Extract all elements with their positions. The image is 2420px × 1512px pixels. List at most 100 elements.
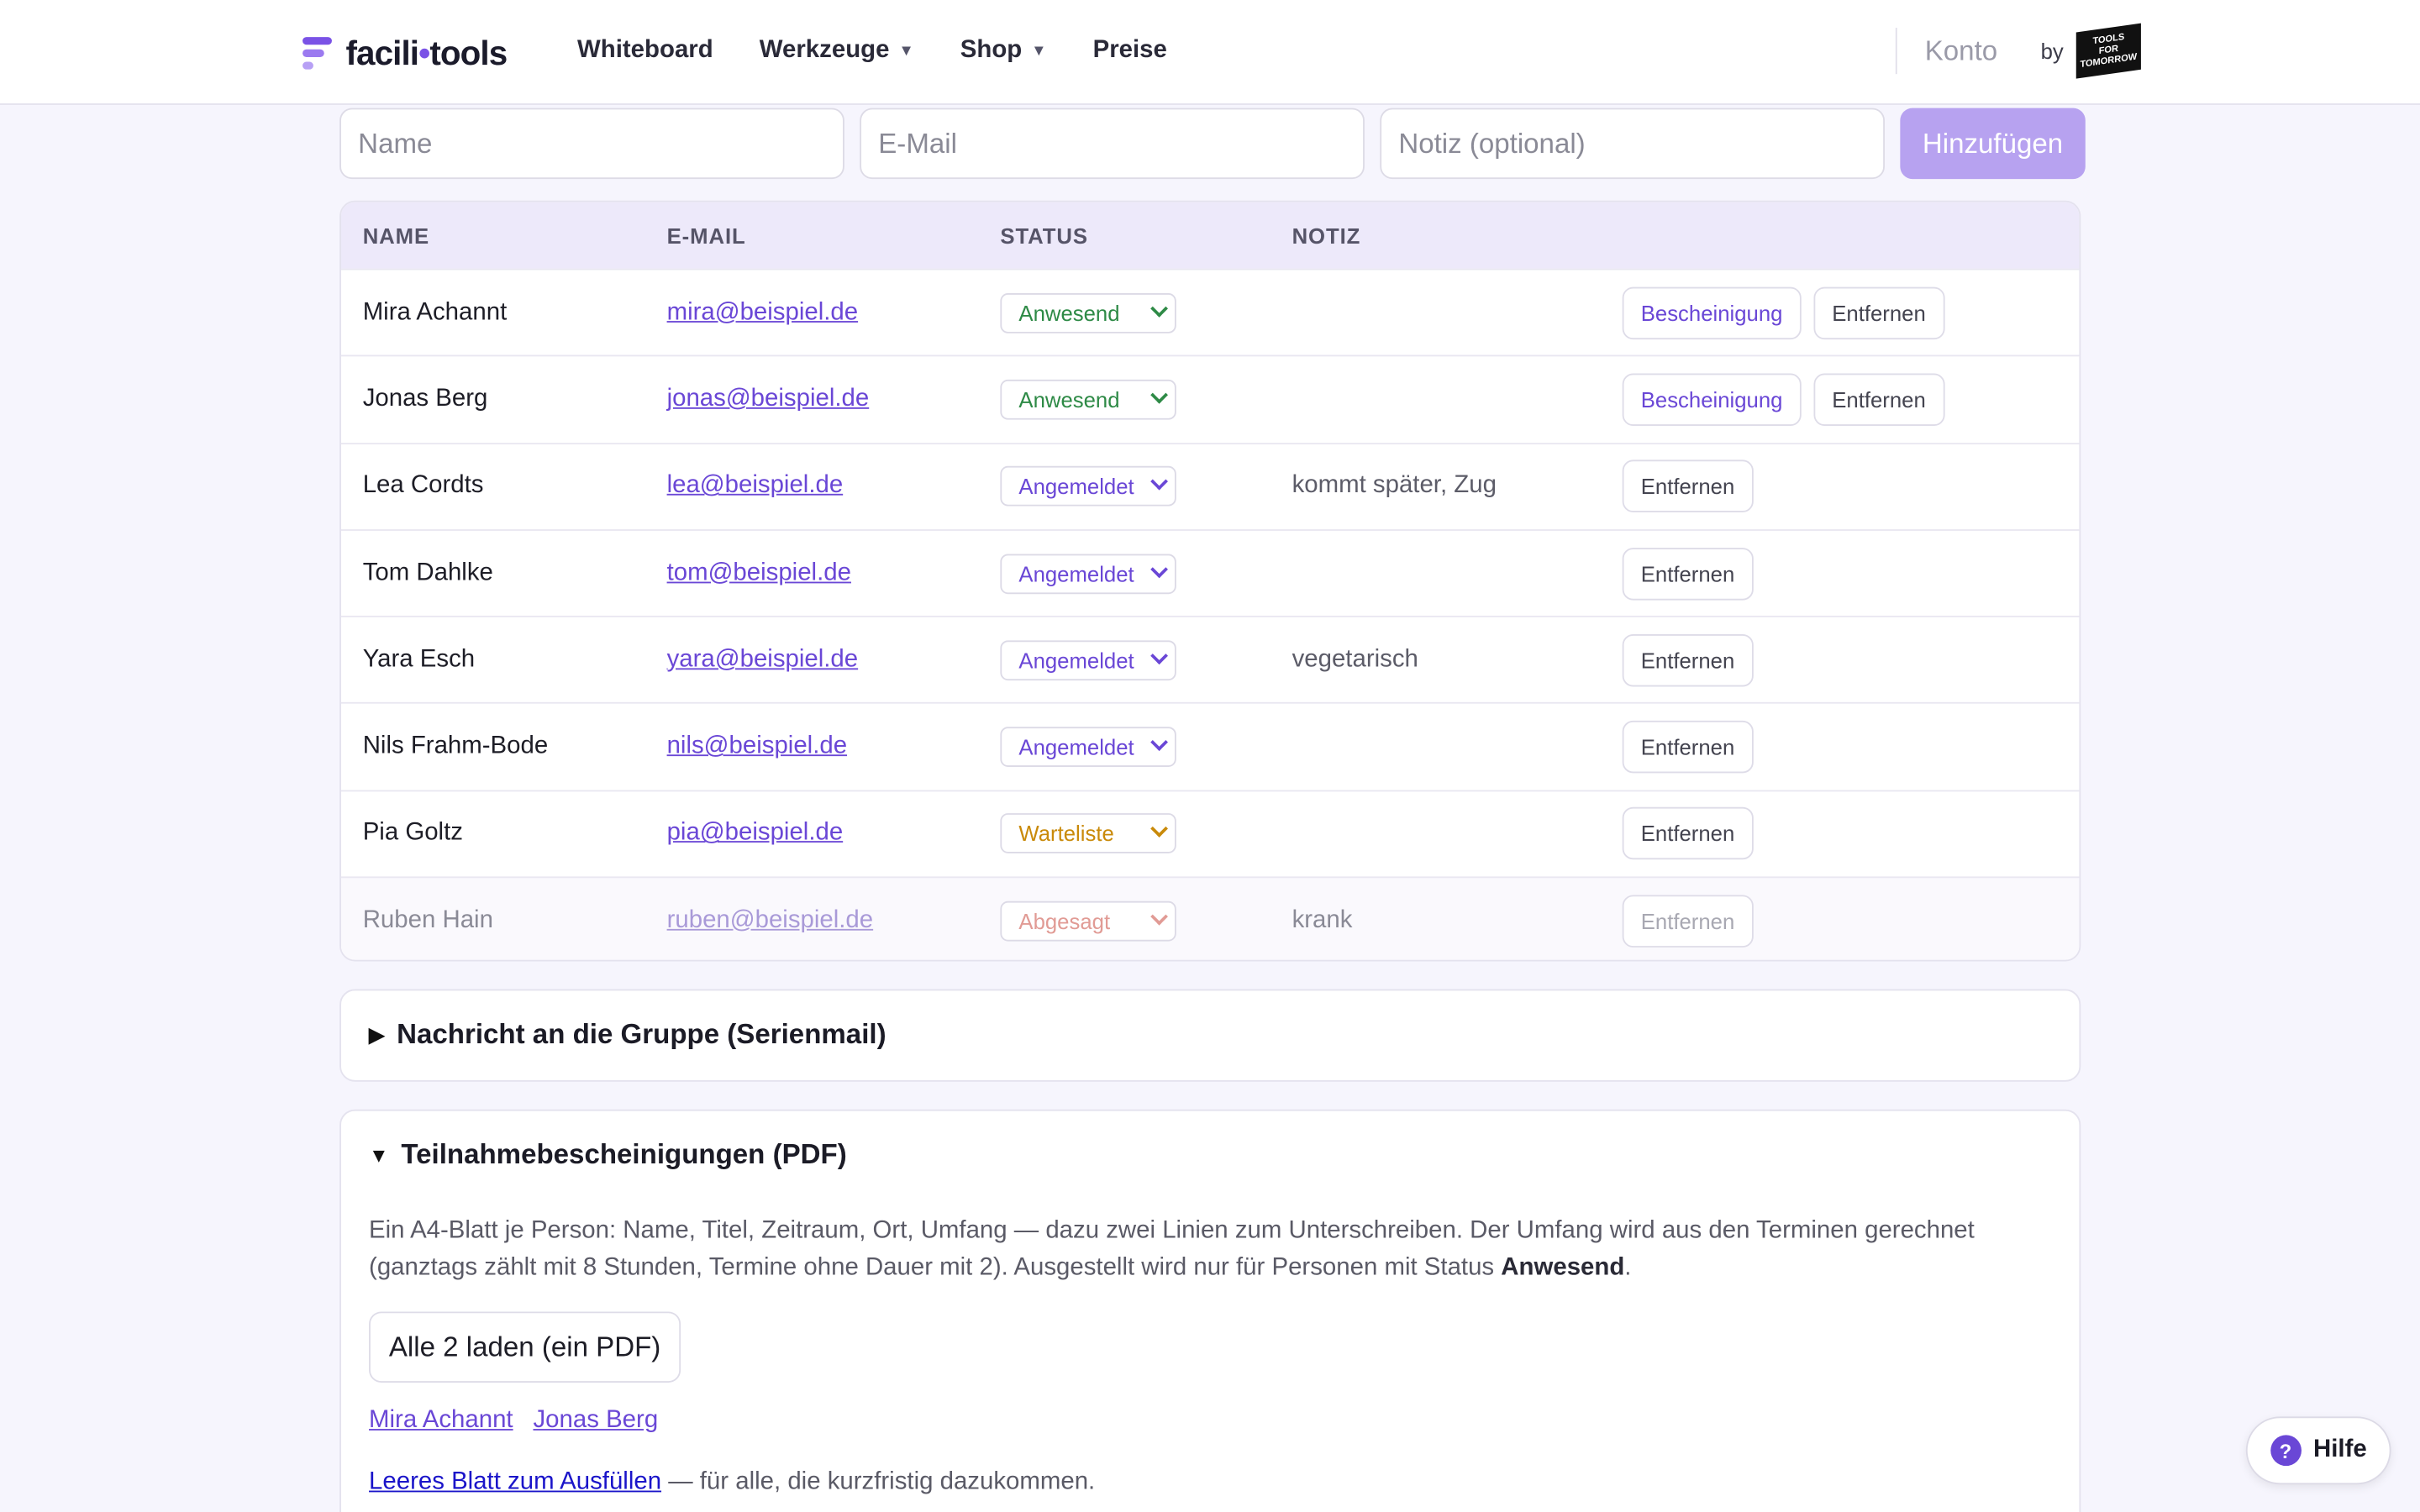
status-select[interactable]: Abgesagt bbox=[1000, 900, 1176, 942]
caret-down-icon: ▼ bbox=[1031, 42, 1047, 60]
triangle-down-icon: ▼ bbox=[369, 1143, 389, 1167]
facilitools-logo[interactable]: facili•tools bbox=[302, 34, 508, 74]
remove-button[interactable]: Entfernen bbox=[1622, 894, 1754, 948]
row-actions: Entfernen bbox=[1622, 791, 1754, 877]
caret-down-icon: ▼ bbox=[898, 42, 914, 60]
remove-button[interactable]: Entfernen bbox=[1813, 373, 1944, 426]
participant-name: Nils Frahm-Bode bbox=[362, 732, 549, 760]
table-row: Yara Esch yara@beispiel.de Angemeldet ve… bbox=[340, 616, 2080, 703]
table-row: Pia Goltz pia@beispiel.de Warteliste Ent… bbox=[340, 790, 2080, 877]
person-pdf-links: Mira Achannt Jonas Berg bbox=[369, 1407, 658, 1435]
participant-email-link[interactable]: nils@beispiel.de bbox=[667, 733, 847, 761]
question-icon: ? bbox=[2270, 1435, 2302, 1467]
participant-note: vegetarisch bbox=[1292, 646, 1418, 673]
nav-whiteboard[interactable]: Whiteboard bbox=[577, 37, 713, 65]
chevron-down-icon bbox=[1150, 820, 1168, 838]
participant-note: krank bbox=[1292, 906, 1353, 933]
chevron-down-icon bbox=[1150, 473, 1168, 491]
main-menu: Whiteboard Werkzeuge ▼ Shop ▼ Preise bbox=[577, 37, 1167, 65]
chevron-down-icon bbox=[1150, 733, 1168, 752]
blank-sheet-line: Leeres Blatt zum Ausfüllen — für alle, d… bbox=[369, 1468, 1096, 1496]
participant-email-link[interactable]: yara@beispiel.de bbox=[667, 646, 859, 674]
remove-button[interactable]: Entfernen bbox=[1622, 721, 1754, 774]
table-row: Lea Cordts lea@beispiel.de Angemeldet ko… bbox=[340, 442, 2080, 529]
by-label: by bbox=[2040, 38, 2064, 64]
certificates-toggle[interactable]: ▼ Teilnahmebescheinigungen (PDF) bbox=[369, 1139, 847, 1172]
certificate-button[interactable]: Bescheinigung bbox=[1622, 373, 1802, 426]
table-header: NAME E-MAIL STATUS NOTIZ bbox=[340, 202, 2080, 269]
top-navigation: facili•tools Whiteboard Werkzeuge ▼ Shop ▼… bbox=[0, 0, 2420, 105]
logo-mark-icon bbox=[302, 35, 334, 72]
nav-preise[interactable]: Preise bbox=[1093, 37, 1167, 65]
table-row: Ruben Hain ruben@beispiel.de Abgesagt kr… bbox=[340, 876, 2080, 960]
status-select[interactable]: Angemeldet bbox=[1000, 553, 1176, 594]
participants-table: NAME E-MAIL STATUS NOTIZ Mira Achannt mi… bbox=[339, 200, 2081, 962]
row-actions: Entfernen bbox=[1622, 531, 1754, 617]
remove-button[interactable]: Entfernen bbox=[1813, 286, 1944, 339]
help-button[interactable]: ? Hilfe bbox=[2245, 1416, 2391, 1485]
participant-name: Tom Dahlke bbox=[362, 559, 493, 586]
tools-for-tomorrow-logo[interactable]: TOOLS FOR TOMORROW bbox=[2075, 23, 2141, 79]
chevron-down-icon bbox=[1150, 907, 1168, 926]
group-mail-section: ▶ Nachricht an die Gruppe (Serienmail) bbox=[339, 989, 2081, 1082]
status-select[interactable]: Anwesend bbox=[1000, 292, 1176, 333]
remove-button[interactable]: Entfernen bbox=[1622, 459, 1754, 513]
pdf-link-jonas[interactable]: Jonas Berg bbox=[533, 1407, 658, 1435]
certificate-button[interactable]: Bescheinigung bbox=[1622, 286, 1802, 339]
participant-name: Ruben Hain bbox=[362, 906, 493, 933]
note-input[interactable] bbox=[1380, 108, 1885, 180]
blank-sheet-link[interactable]: Leeres Blatt zum Ausfüllen bbox=[369, 1469, 661, 1495]
logo-text: facili•tools bbox=[345, 34, 508, 73]
remove-button[interactable]: Entfernen bbox=[1622, 547, 1754, 600]
header-note: NOTIZ bbox=[1292, 223, 1361, 249]
email-input[interactable] bbox=[860, 108, 1365, 180]
add-participant-form: Hinzufügen bbox=[339, 108, 2086, 180]
account-area: Konto by TOOLS FOR TOMORROW bbox=[1895, 23, 2141, 79]
add-button[interactable]: Hinzufügen bbox=[1900, 108, 2086, 180]
chevron-down-icon bbox=[1150, 386, 1168, 404]
triangle-right-icon: ▶ bbox=[369, 1022, 385, 1046]
participant-email-link[interactable]: ruben@beispiel.de bbox=[667, 907, 874, 935]
header-status: STATUS bbox=[1000, 223, 1088, 249]
name-input[interactable] bbox=[339, 108, 844, 180]
chevron-down-icon bbox=[1150, 647, 1168, 664]
status-select[interactable]: Anwesend bbox=[1000, 379, 1176, 420]
table-row: Jonas Berg jonas@beispiel.de Anwesend Be… bbox=[340, 355, 2080, 443]
group-mail-title: Nachricht an die Gruppe (Serienmail) bbox=[397, 1018, 886, 1050]
participant-name: Mira Achannt bbox=[362, 298, 508, 325]
participant-email-link[interactable]: jonas@beispiel.de bbox=[667, 386, 870, 413]
participant-name: Jonas Berg bbox=[362, 386, 488, 412]
certificates-description: Ein A4-Blatt je Person: Name, Titel, Zei… bbox=[369, 1217, 1975, 1281]
status-select[interactable]: Angemeldet bbox=[1000, 640, 1176, 680]
participant-email-link[interactable]: lea@beispiel.de bbox=[667, 473, 844, 501]
pdf-link-mira[interactable]: Mira Achannt bbox=[369, 1407, 513, 1435]
participant-name: Pia Goltz bbox=[362, 820, 463, 847]
row-actions: Bescheinigung Entfernen bbox=[1622, 357, 1944, 443]
participant-email-link[interactable]: mira@beispiel.de bbox=[667, 299, 859, 327]
row-actions: Entfernen bbox=[1622, 617, 1754, 703]
certificates-section: ▼ Teilnahmebescheinigungen (PDF) Ein A4-… bbox=[339, 1109, 2081, 1512]
load-all-pdf-button[interactable]: Alle 2 laden (ein PDF) bbox=[369, 1311, 681, 1383]
remove-button[interactable]: Entfernen bbox=[1622, 807, 1754, 860]
table-row: Tom Dahlke tom@beispiel.de Angemeldet En… bbox=[340, 528, 2080, 617]
konto-link[interactable]: Konto bbox=[1925, 34, 1997, 67]
header-name: NAME bbox=[362, 223, 430, 249]
status-select[interactable]: Angemeldet bbox=[1000, 727, 1176, 768]
row-actions: Entfernen bbox=[1622, 878, 1754, 959]
status-select[interactable]: Angemeldet bbox=[1000, 466, 1176, 507]
group-mail-toggle[interactable]: ▶ Nachricht an die Gruppe (Serienmail) bbox=[369, 1018, 886, 1051]
nav-shop[interactable]: Shop ▼ bbox=[960, 37, 1047, 65]
participant-note: kommt später, Zug bbox=[1292, 472, 1497, 499]
status-select[interactable]: Warteliste bbox=[1000, 813, 1176, 854]
row-actions: Bescheinigung Entfernen bbox=[1622, 270, 1944, 355]
participant-email-link[interactable]: tom@beispiel.de bbox=[667, 559, 851, 587]
table-row: Mira Achannt mira@beispiel.de Anwesend B… bbox=[340, 268, 2080, 355]
nav-werkzeuge[interactable]: Werkzeuge ▼ bbox=[760, 37, 914, 65]
chevron-down-icon bbox=[1150, 299, 1168, 318]
row-actions: Entfernen bbox=[1622, 444, 1754, 529]
chevron-down-icon bbox=[1150, 559, 1168, 578]
participant-email-link[interactable]: pia@beispiel.de bbox=[667, 820, 844, 848]
help-label: Hilfe bbox=[2313, 1436, 2367, 1463]
certificates-title: Teilnahmebescheinigungen (PDF) bbox=[401, 1138, 847, 1170]
remove-button[interactable]: Entfernen bbox=[1622, 633, 1754, 687]
